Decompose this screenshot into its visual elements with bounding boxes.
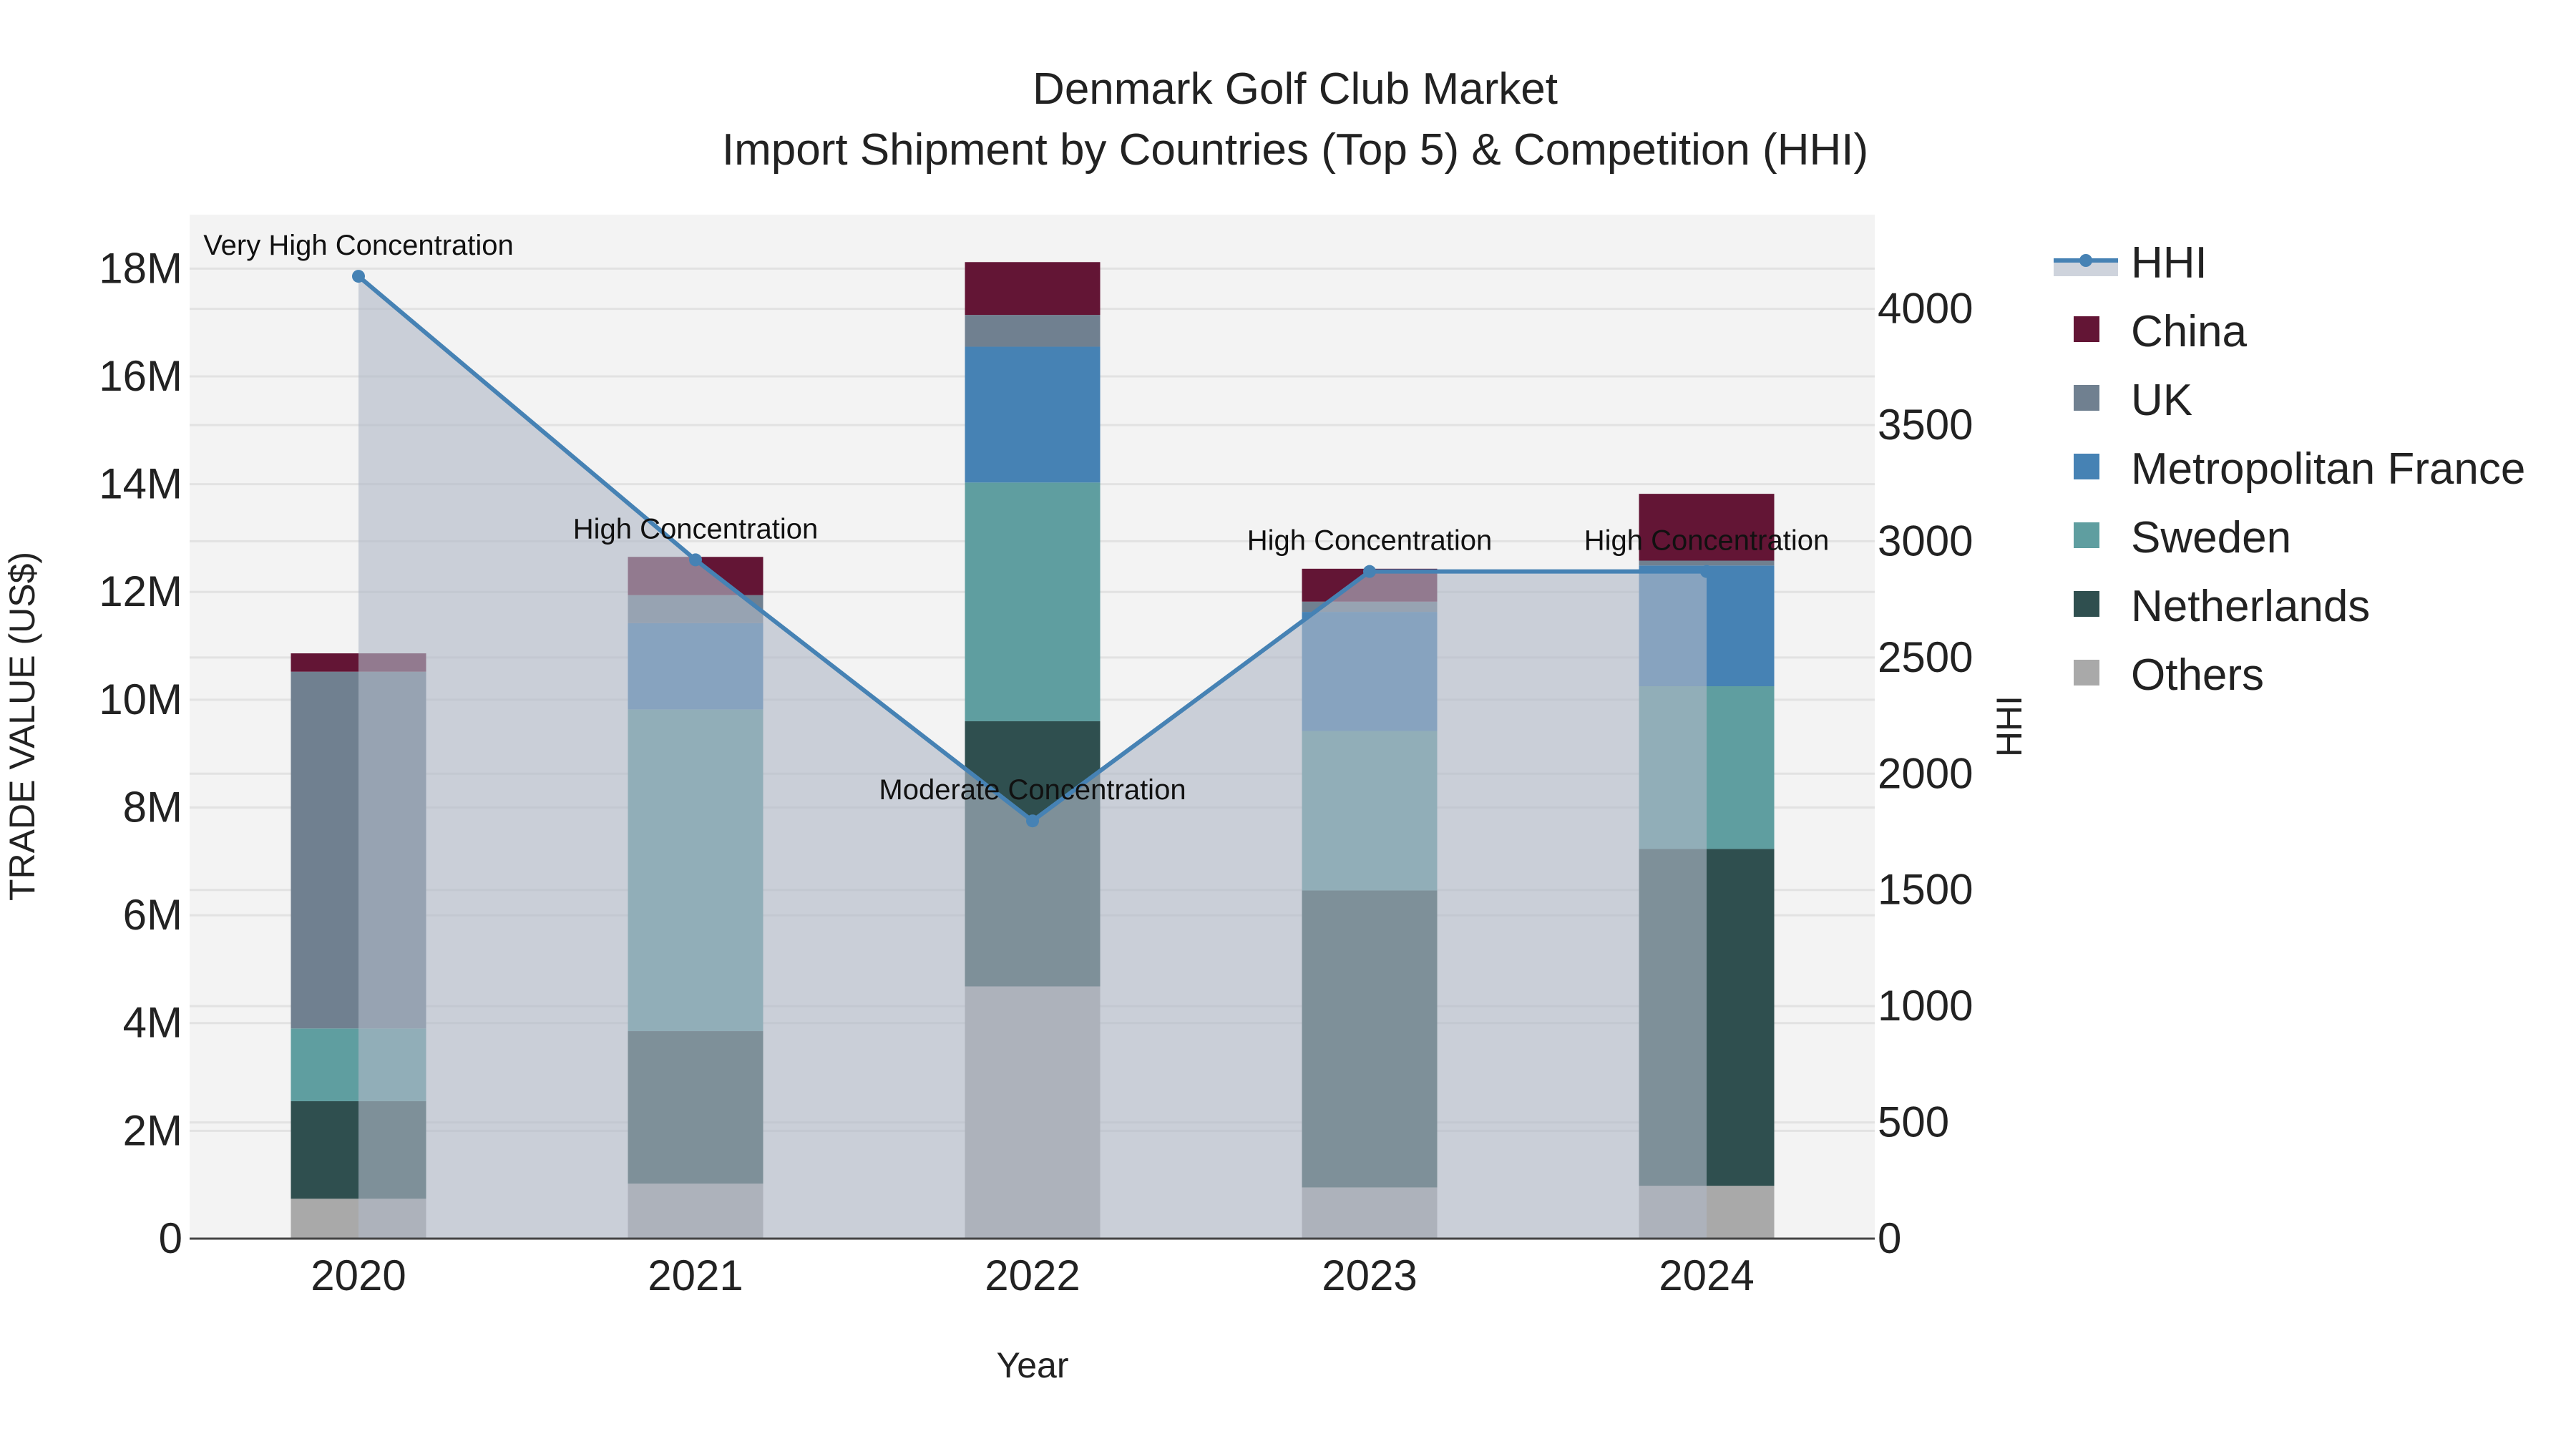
- x-axis-title: Year: [996, 1345, 1068, 1385]
- y-tick-label: 4M: [123, 999, 182, 1047]
- x-tick-label: 2020: [311, 1252, 406, 1299]
- y2-tick-label: 1000: [1878, 982, 1973, 1030]
- hhi-annotation: High Concentration: [1247, 525, 1492, 557]
- legend-swatch: [2074, 660, 2099, 686]
- y-tick-label: 14M: [99, 460, 182, 508]
- x-tick-label: 2024: [1659, 1252, 1754, 1299]
- y-tick-label: 12M: [99, 567, 182, 615]
- hhi-point[interactable]: [1700, 565, 1713, 578]
- legend-swatch: [2074, 522, 2099, 548]
- chart: Denmark Golf Club Market Import Shipment…: [2, 64, 2525, 1385]
- legend-item-others[interactable]: Others: [2074, 650, 2264, 700]
- legend-swatch: [2074, 316, 2099, 342]
- legend-label: Metropolitan France: [2131, 444, 2525, 494]
- y-tick-label: 6M: [123, 891, 182, 939]
- y2-axis-title: HHI: [1989, 696, 2029, 757]
- legend-label: Netherlands: [2131, 582, 2370, 631]
- y-tick-label: 18M: [99, 244, 182, 292]
- y-tick-label: 2M: [123, 1106, 182, 1154]
- legend-item-sweden[interactable]: Sweden: [2074, 513, 2291, 562]
- legend-swatch: [2074, 591, 2099, 617]
- bar-uk[interactable]: [965, 315, 1101, 347]
- hhi-annotation: Very High Concentration: [203, 230, 514, 261]
- legend-label: HHI: [2131, 238, 2207, 288]
- x-tick-label: 2022: [985, 1252, 1080, 1299]
- legend-item-uk[interactable]: UK: [2074, 376, 2192, 425]
- y2-tick-label: 2500: [1878, 633, 1973, 681]
- x-tick-label: 2023: [1322, 1252, 1417, 1299]
- bar-sweden[interactable]: [965, 482, 1101, 721]
- y2-tick-label: 0: [1878, 1214, 1901, 1262]
- legend-item-hhi[interactable]: HHI: [2054, 238, 2207, 288]
- legend-label: China: [2131, 307, 2248, 356]
- y-tick-label: 16M: [99, 352, 182, 400]
- legend-label: Others: [2131, 650, 2264, 700]
- y-tick-label: 0: [159, 1214, 182, 1262]
- hhi-point[interactable]: [689, 553, 702, 567]
- y2-tick-label: 500: [1878, 1098, 1949, 1146]
- chart-title: Denmark Golf Club Market: [1033, 64, 1558, 114]
- legend-item-china[interactable]: China: [2074, 307, 2248, 356]
- chart-subtitle: Import Shipment by Countries (Top 5) & C…: [722, 125, 1868, 175]
- hhi-point[interactable]: [1026, 814, 1039, 828]
- y-tick-label: 8M: [123, 783, 182, 831]
- legend-item-metropolitan-france[interactable]: Metropolitan France: [2074, 444, 2525, 494]
- legend-swatch: [2074, 385, 2099, 411]
- legend-label: UK: [2131, 376, 2192, 425]
- hhi-annotation: High Concentration: [573, 513, 818, 545]
- y-tick-label: 10M: [99, 675, 182, 723]
- legend-item-netherlands[interactable]: Netherlands: [2074, 582, 2370, 631]
- legend-hhi-marker: [2079, 254, 2092, 267]
- hhi-point[interactable]: [352, 270, 365, 283]
- hhi-point[interactable]: [1363, 565, 1376, 578]
- bar-china[interactable]: [965, 262, 1101, 316]
- legend-label: Sweden: [2131, 513, 2291, 562]
- y2-tick-label: 4000: [1878, 285, 1973, 333]
- y-axis-title: TRADE VALUE (US$): [2, 552, 42, 901]
- bar-uk[interactable]: [1639, 560, 1775, 566]
- legend-swatch: [2074, 454, 2099, 479]
- hhi-annotation: High Concentration: [1584, 525, 1829, 557]
- hhi-annotation: Moderate Concentration: [879, 774, 1186, 806]
- y2-tick-label: 1500: [1878, 866, 1973, 914]
- y2-tick-label: 3500: [1878, 401, 1973, 449]
- x-tick-label: 2021: [648, 1252, 743, 1299]
- y2-tick-label: 3000: [1878, 517, 1973, 565]
- bar-metropolitan-france[interactable]: [965, 346, 1101, 483]
- y2-tick-label: 2000: [1878, 749, 1973, 797]
